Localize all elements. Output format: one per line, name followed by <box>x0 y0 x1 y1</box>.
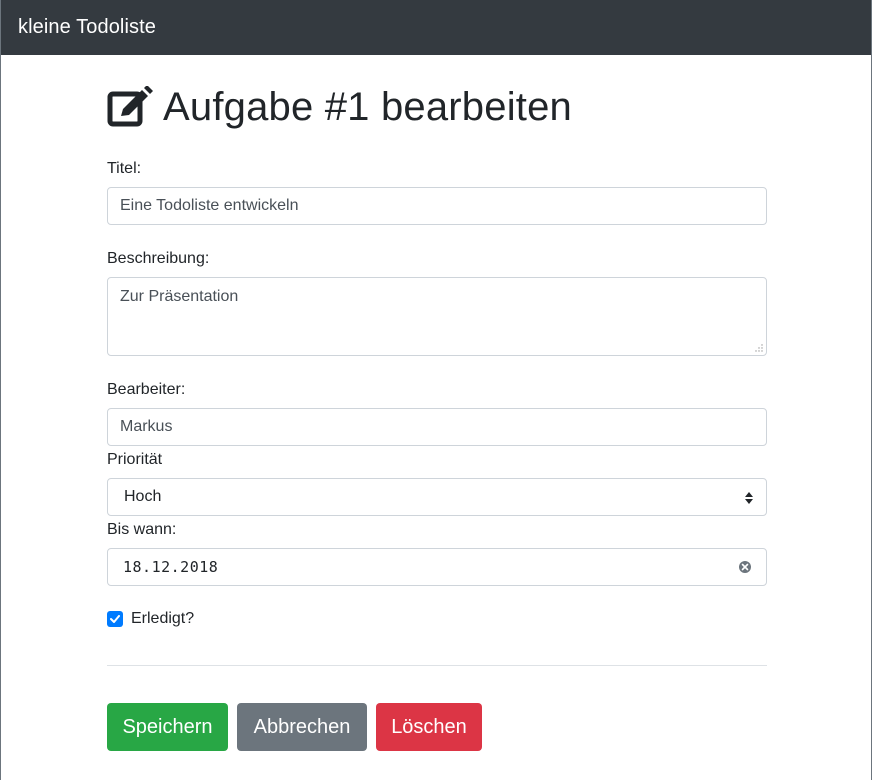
assignee-input-value: Markus <box>120 418 173 435</box>
page-header: Aufgabe #1 bearbeiten <box>107 84 767 130</box>
divider <box>107 665 767 666</box>
done-checkbox-row: Erledigt? <box>107 610 194 628</box>
done-checkbox-label[interactable]: Erledigt? <box>131 610 194 628</box>
priority-select-value: Hoch <box>124 488 162 505</box>
description-textarea-value: Zur Präsentation <box>120 288 239 305</box>
checkmark-icon <box>110 615 120 623</box>
edit-icon <box>107 86 153 128</box>
priority-select[interactable]: Hoch <box>107 478 767 516</box>
assignee-label: Bearbeiter: <box>107 381 186 398</box>
button-row: Speichern Abbrechen Löschen <box>107 703 491 751</box>
resize-grip-icon[interactable] <box>755 344 763 352</box>
due-date-input[interactable]: 18.12.2018 <box>107 548 767 586</box>
due-date-label: Bis wann: <box>107 521 177 538</box>
priority-label: Priorität <box>107 451 163 468</box>
main-container: Aufgabe #1 bearbeiten Titel: Eine Todoli… <box>107 55 767 751</box>
page-title: Aufgabe #1 bearbeiten <box>163 85 572 129</box>
description-textarea[interactable]: Zur Präsentation <box>107 277 767 356</box>
delete-button[interactable]: Löschen <box>376 703 482 751</box>
description-label: Beschreibung: <box>107 250 210 267</box>
select-arrows-icon <box>745 492 753 504</box>
done-checkbox[interactable] <box>107 611 123 627</box>
navbar: kleine Todoliste <box>1 0 871 55</box>
title-input-value: Eine Todoliste entwickeln <box>120 197 299 214</box>
title-input[interactable]: Eine Todoliste entwickeln <box>107 187 767 225</box>
title-label: Titel: <box>107 160 142 177</box>
cancel-button[interactable]: Abbrechen <box>237 703 367 751</box>
save-button[interactable]: Speichern <box>107 703 228 751</box>
app-window: kleine Todoliste Aufgabe #1 bearbeiten T… <box>0 0 872 780</box>
clear-icon[interactable] <box>738 560 752 574</box>
navbar-brand[interactable]: kleine Todoliste <box>18 16 156 39</box>
due-date-value: 18.12.2018 <box>123 558 219 576</box>
assignee-input[interactable]: Markus <box>107 408 767 446</box>
